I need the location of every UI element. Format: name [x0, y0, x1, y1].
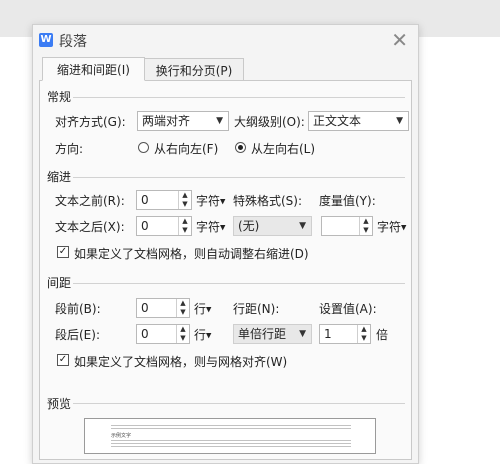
divider [73, 177, 405, 178]
chevron-down-icon: ▼ [299, 329, 306, 339]
space-before-unit[interactable]: 行▼ [194, 300, 211, 317]
spinner-arrows-icon[interactable]: ▲ ▼ [178, 217, 191, 235]
tab-panel: 常规 对齐方式(G): 两端对齐 ▼ 大纲级别(O): 正文文本 ▼ 方向: 从… [39, 80, 412, 460]
measure-spinner[interactable]: ▲ ▼ [321, 216, 373, 236]
special-format-label: 特殊格式(S): [233, 194, 303, 208]
before-text-label: 文本之前(R): [55, 194, 125, 208]
before-text-spinner[interactable]: 0 ▲ ▼ [136, 190, 192, 210]
special-format-value: (无) [238, 219, 260, 233]
line-spacing-label: 行距(N): [233, 302, 280, 316]
space-after-unit[interactable]: 行▼ [194, 326, 211, 343]
preview-sample-text: 示例文字 [111, 433, 132, 439]
direction-ltr-radio[interactable] [235, 142, 246, 153]
spacing-grid-label[interactable]: 如果定义了文档网格，则与网格对齐(W) [74, 353, 287, 370]
section-indent-label: 缩进 [47, 170, 72, 184]
check-icon: ✓ [58, 354, 68, 365]
paragraph-dialog: W 段落 ✕ 缩进和间距(I) 换行和分页(P) 常规 对齐方式(G): 两端对… [32, 24, 419, 464]
setting-value-label: 设置值(A): [319, 302, 377, 316]
spinner-arrows-icon[interactable]: ▲ ▼ [176, 299, 189, 317]
outline-level-select[interactable]: 正文文本 ▼ [308, 111, 409, 131]
indent-grid-label[interactable]: 如果定义了文档网格，则自动调整右缩进(D) [74, 245, 309, 262]
setting-value-spinner[interactable]: 1 ▲ ▼ [319, 324, 371, 344]
align-select[interactable]: 两端对齐 ▼ [137, 111, 229, 131]
tab-line-page-breaks[interactable]: 换行和分页(P) [144, 58, 244, 81]
align-value: 两端对齐 [142, 114, 191, 128]
dialog-titlebar: W 段落 ✕ [33, 25, 418, 57]
special-format-select[interactable]: (无) ▼ [233, 216, 312, 236]
line-spacing-select[interactable]: 单倍行距 ▼ [233, 324, 312, 344]
preview-box: 示例文字 [84, 418, 376, 454]
chevron-down-icon: ▼ [396, 116, 403, 126]
spinner-arrows-icon[interactable]: ▲ ▼ [178, 191, 191, 209]
direction-label: 方向: [55, 142, 84, 156]
space-before-spinner[interactable]: 0 ▲ ▼ [136, 298, 190, 318]
preview-line [111, 428, 351, 429]
space-after-spinner[interactable]: 0 ▲ ▼ [136, 324, 190, 344]
divider [73, 97, 405, 98]
outline-level-value: 正文文本 [313, 114, 362, 128]
wps-logo-icon: W [39, 33, 53, 47]
before-text-value: 0 [141, 193, 149, 207]
measure-label: 度量值(Y): [319, 194, 376, 208]
preview-line [111, 443, 351, 444]
space-after-label: 段后(E): [55, 328, 100, 342]
indent-grid-checkbox[interactable]: ✓ [57, 246, 69, 258]
chevron-down-icon: ▼ [299, 221, 306, 231]
spinner-arrows-icon[interactable]: ▲ ▼ [357, 325, 370, 343]
preview-line [111, 440, 351, 441]
space-before-value: 0 [141, 301, 149, 315]
setting-value: 1 [324, 327, 332, 341]
check-icon: ✓ [58, 246, 68, 257]
direction-rtl-label[interactable]: 从右向左(F) [154, 140, 218, 157]
after-text-spinner[interactable]: 0 ▲ ▼ [136, 216, 192, 236]
preview-line [111, 446, 351, 447]
tab-indent-spacing[interactable]: 缩进和间距(I) [42, 57, 145, 81]
divider [73, 403, 405, 404]
preview-line [111, 425, 351, 426]
line-spacing-value: 单倍行距 [238, 327, 287, 341]
space-before-label: 段前(B): [55, 302, 101, 316]
spinner-arrows-icon[interactable]: ▲ ▼ [359, 217, 372, 235]
section-spacing-label: 间距 [47, 276, 72, 290]
spinner-arrows-icon[interactable]: ▲ ▼ [176, 325, 189, 343]
divider [73, 283, 405, 284]
after-text-label: 文本之后(X): [55, 220, 125, 234]
chevron-down-icon: ▼ [216, 116, 223, 126]
section-general-label: 常规 [47, 90, 72, 104]
before-text-unit[interactable]: 字符▼ [196, 192, 225, 209]
close-icon[interactable]: ✕ [391, 27, 408, 53]
setting-unit: 倍 [376, 328, 389, 342]
dialog-title: 段落 [59, 34, 87, 50]
align-label: 对齐方式(G): [55, 115, 126, 129]
after-text-value: 0 [141, 219, 149, 233]
measure-unit[interactable]: 字符▼ [377, 218, 406, 235]
direction-rtl-radio[interactable] [138, 142, 149, 153]
space-after-value: 0 [141, 327, 149, 341]
direction-ltr-label[interactable]: 从左向右(L) [251, 140, 315, 157]
section-preview-label: 预览 [47, 397, 72, 411]
after-text-unit[interactable]: 字符▼ [196, 218, 225, 235]
outline-level-label: 大纲级别(O): [234, 115, 305, 129]
spacing-grid-checkbox[interactable]: ✓ [57, 354, 69, 366]
